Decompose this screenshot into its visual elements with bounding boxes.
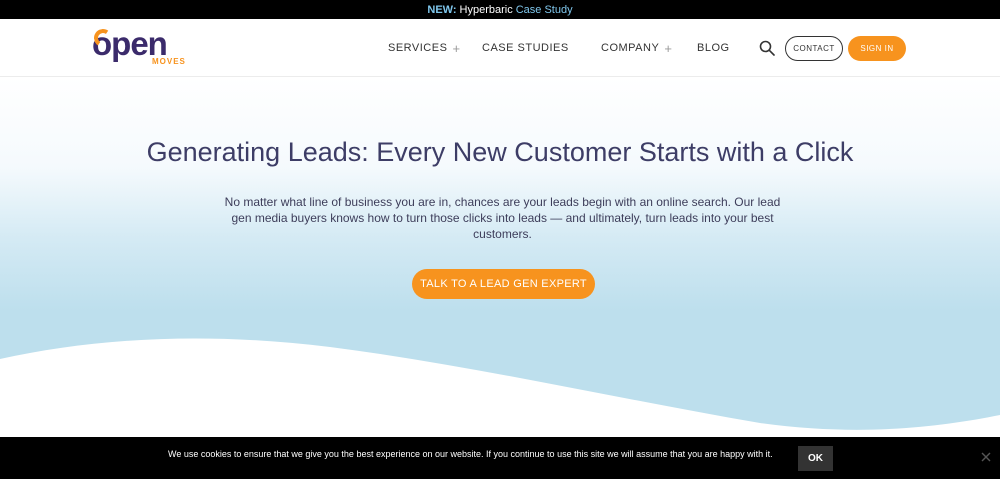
nav-services-label: SERVICES	[388, 42, 448, 54]
announcement-text: Hyperbaric	[459, 3, 513, 16]
nav-services[interactable]: SERVICES +	[388, 19, 461, 77]
hero-section: Generating Leads: Every New Customer Sta…	[0, 77, 1000, 437]
nav-case-studies-label: CASE STUDIES	[482, 42, 569, 54]
logo-subtext: MOVES	[152, 57, 186, 66]
announcement-bar: NEW: Hyperbaric Case Study	[0, 0, 1000, 19]
announcement-case-study-link[interactable]: Case Study	[516, 4, 573, 16]
close-icon[interactable]	[980, 451, 992, 463]
site-header: open MOVES SERVICES + CASE STUDIES COMPA…	[0, 19, 1000, 77]
search-icon[interactable]	[759, 40, 775, 56]
sign-in-button[interactable]: SIGN IN	[848, 36, 906, 61]
nav-blog-label: BLOG	[697, 42, 730, 54]
contact-button[interactable]: CONTACT	[785, 36, 843, 61]
hero-subtitle: No matter what line of business you are …	[224, 195, 781, 241]
nav-blog[interactable]: BLOG	[697, 19, 730, 77]
nav-case-studies[interactable]: CASE STUDIES	[482, 19, 569, 77]
announcement-new-label: NEW:	[427, 3, 457, 16]
nav-company-label: COMPANY	[601, 42, 660, 54]
hero-title: Generating Leads: Every New Customer Sta…	[146, 137, 854, 167]
cookie-message: We use cookies to ensure that we give yo…	[168, 449, 773, 459]
cookie-banner: We use cookies to ensure that we give yo…	[0, 437, 1000, 479]
open-moves-logo[interactable]: open MOVES	[92, 25, 202, 67]
nav-services-plus-icon: +	[452, 40, 461, 56]
nav-company-plus-icon: +	[664, 40, 673, 56]
cookie-ok-button[interactable]: OK	[798, 446, 833, 471]
nav-company[interactable]: COMPANY +	[601, 19, 672, 77]
talk-to-expert-button[interactable]: TALK TO A LEAD GEN EXPERT	[412, 269, 595, 299]
hero-wave-shape	[0, 338, 1000, 437]
